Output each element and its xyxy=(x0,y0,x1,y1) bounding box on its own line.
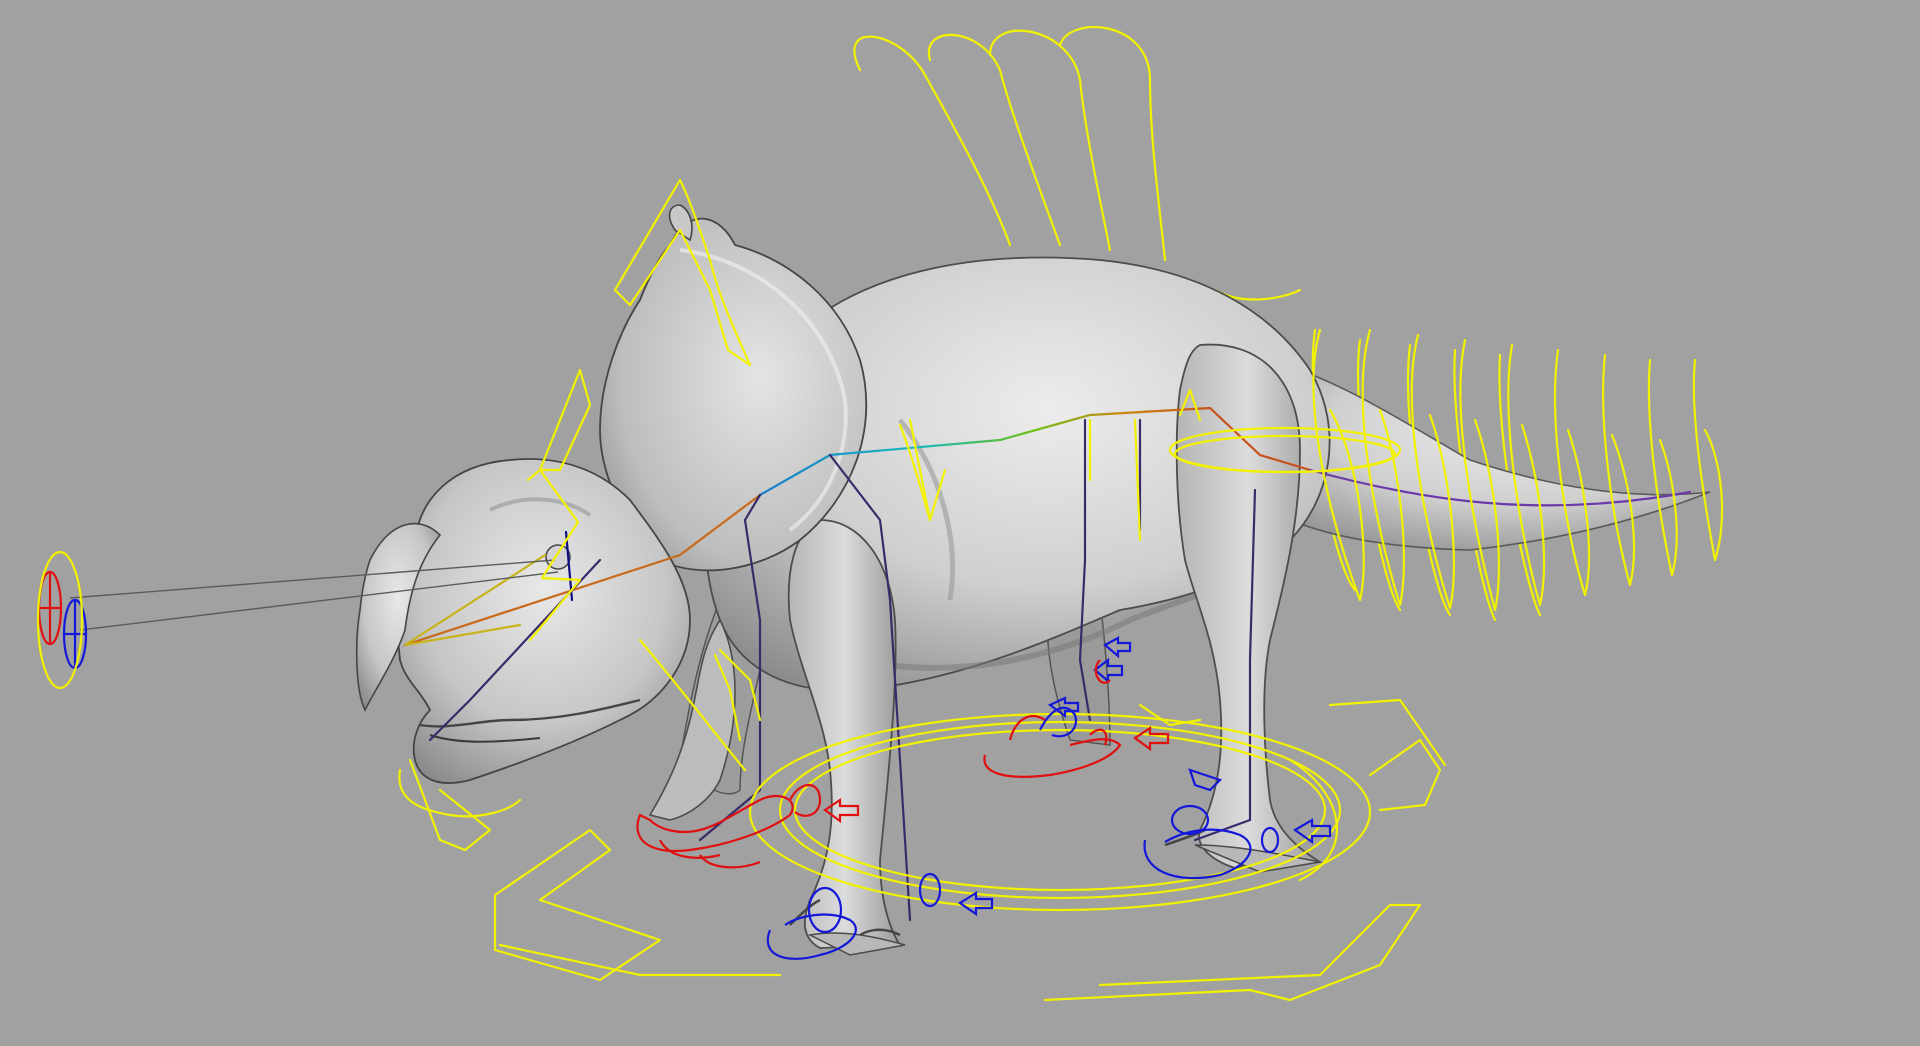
near-hind-leg[interactable] xyxy=(1175,343,1323,869)
viewport-canvas[interactable] xyxy=(0,0,1920,1046)
maya-3d-viewport[interactable] xyxy=(0,0,1920,1046)
look-at-target-icon[interactable] xyxy=(36,550,88,690)
near-front-leg[interactable] xyxy=(787,519,902,949)
tail-mesh[interactable] xyxy=(1269,358,1711,551)
rear-foot-controls[interactable] xyxy=(983,636,1332,880)
ik-foot-control-icon[interactable] xyxy=(957,891,994,917)
